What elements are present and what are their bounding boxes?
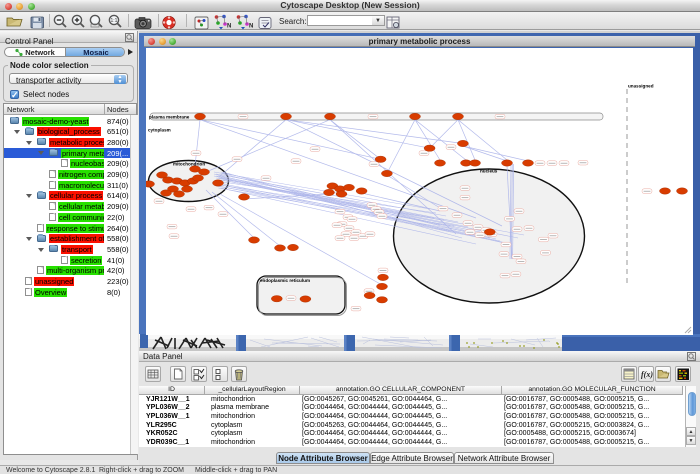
- svg-text:plasma membrane: plasma membrane: [149, 114, 190, 119]
- svg-text:cytoplasm: cytoplasm: [148, 127, 171, 132]
- svg-text:1:1: 1:1: [111, 18, 118, 24]
- svg-text:nucleus: nucleus: [480, 168, 498, 173]
- svg-text:mitochondrion: mitochondrion: [173, 161, 205, 166]
- svg-text:N: N: [227, 24, 231, 30]
- svg-text:f(x): f(x): [641, 370, 653, 379]
- svg-text:N: N: [249, 24, 253, 30]
- svg-text:endoplasmic reticulum: endoplasmic reticulum: [260, 277, 310, 282]
- svg-text:unassigned: unassigned: [628, 83, 654, 88]
